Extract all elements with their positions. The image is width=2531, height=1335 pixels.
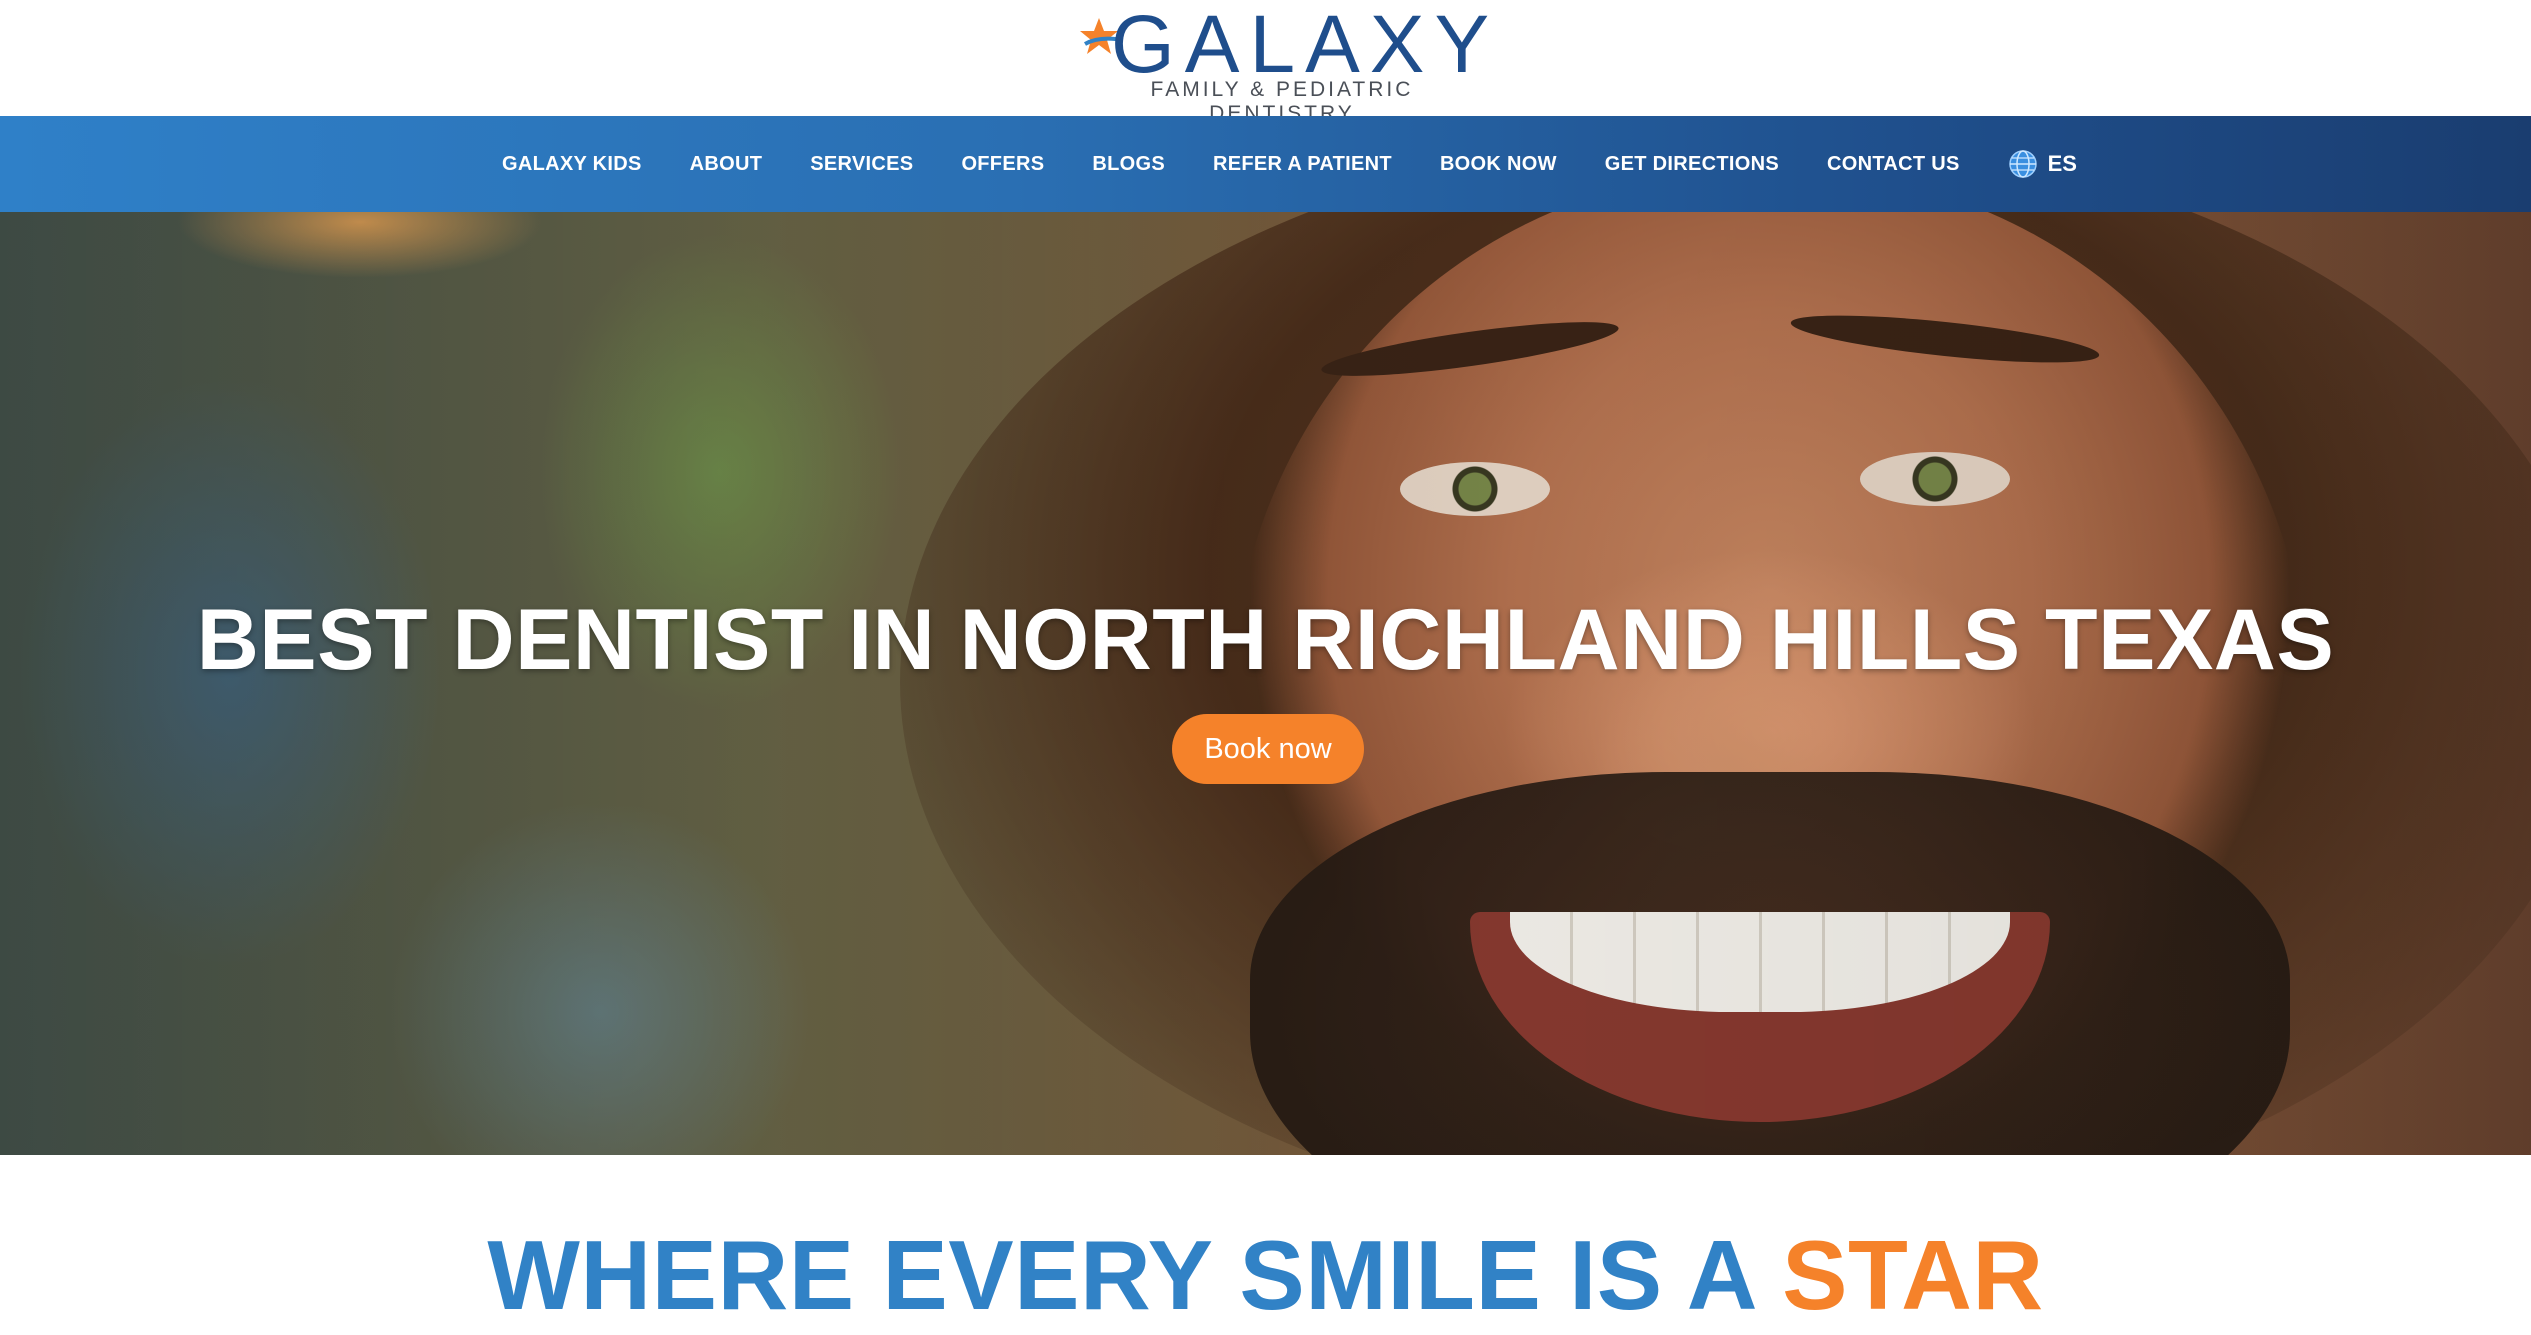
nav-item-about[interactable]: ABOUT bbox=[690, 153, 763, 176]
site-logo[interactable]: GALAXY FAMILY & PEDIATRIC DENTISTRY bbox=[1075, 4, 1489, 125]
language-label: ES bbox=[2047, 151, 2077, 176]
book-now-button[interactable]: Book now bbox=[1172, 714, 1364, 784]
hero-title: BEST DENTIST IN NORTH RICHLAND HILLS TEX… bbox=[196, 592, 2335, 688]
nav-item-contact-us[interactable]: CONTACT US bbox=[1827, 153, 1960, 176]
main-nav: GALAXY KIDS ABOUT SERVICES OFFERS BLOGS … bbox=[0, 116, 2531, 212]
nav-item-book-now[interactable]: BOOK NOW bbox=[1440, 153, 1557, 176]
language-switcher[interactable]: ES bbox=[2008, 149, 2077, 179]
site-header: GALAXY FAMILY & PEDIATRIC DENTISTRY bbox=[0, 0, 2531, 125]
nav-item-refer-a-patient[interactable]: REFER A PATIENT bbox=[1213, 153, 1392, 176]
tagline-text: WHERE EVERY SMILE IS A bbox=[487, 1220, 1783, 1330]
tagline-heading: WHERE EVERY SMILE IS A STAR bbox=[0, 1220, 2531, 1330]
nav-item-galaxy-kids[interactable]: GALAXY KIDS bbox=[502, 153, 642, 176]
globe-icon bbox=[2008, 150, 2037, 178]
nav-item-offers[interactable]: OFFERS bbox=[961, 153, 1044, 176]
tagline-highlight: STAR bbox=[1782, 1220, 2044, 1330]
hero-banner: BEST DENTIST IN NORTH RICHLAND HILLS TEX… bbox=[0, 212, 2531, 1155]
nav-item-get-directions[interactable]: GET DIRECTIONS bbox=[1605, 153, 1779, 176]
nav-list: GALAXY KIDS ABOUT SERVICES OFFERS BLOGS … bbox=[0, 116, 2531, 212]
nav-item-services[interactable]: SERVICES bbox=[810, 153, 913, 176]
nav-item-blogs[interactable]: BLOGS bbox=[1092, 153, 1165, 176]
logo-wordmark: GALAXY bbox=[1111, 0, 1500, 90]
